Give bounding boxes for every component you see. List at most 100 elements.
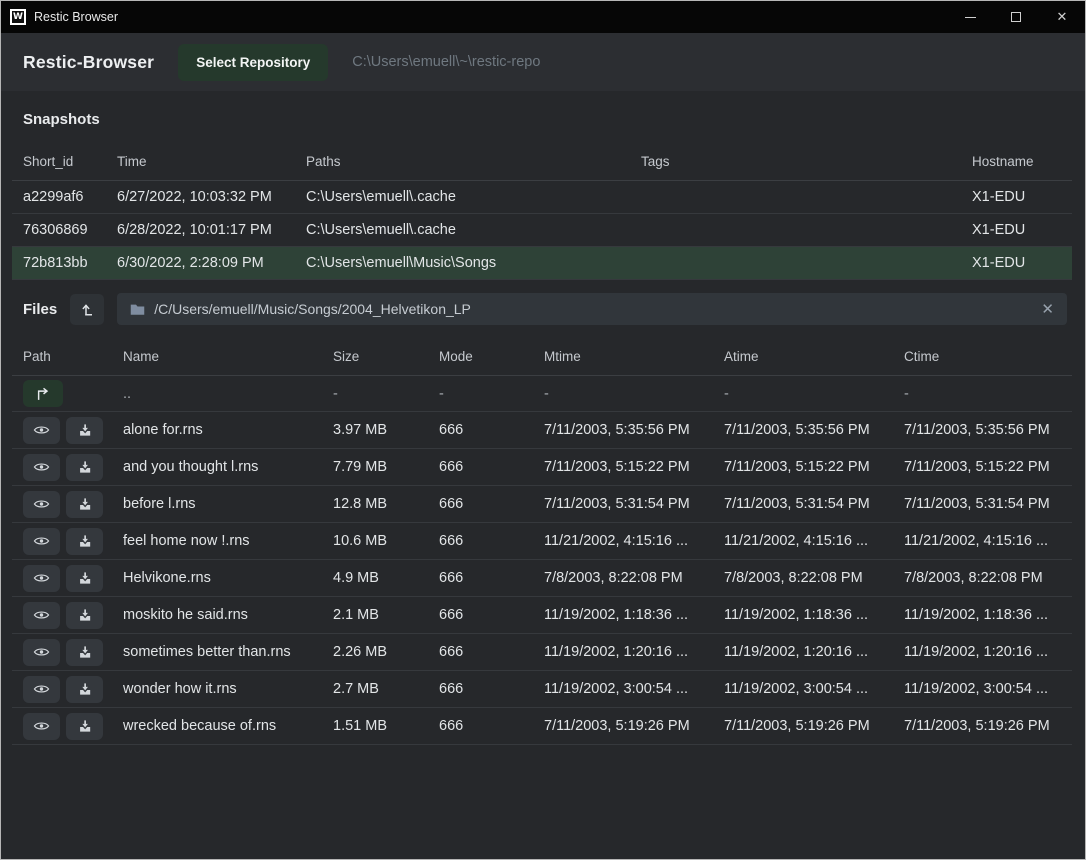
snapshot-row[interactable]: 76306869 6/28/2022, 10:01:17 PM C:\Users… (12, 214, 1072, 247)
view-file-button[interactable] (23, 565, 60, 592)
eye-icon (33, 683, 50, 695)
file-row: moskito he said.rns 2.1 MB 666 11/19/200… (12, 597, 1072, 634)
download-file-button[interactable] (66, 528, 103, 555)
cell-name: wonder how it.rns (112, 681, 322, 697)
wails-logo-icon: W (10, 9, 26, 25)
download-file-button[interactable] (66, 565, 103, 592)
maximize-button[interactable] (993, 1, 1039, 33)
download-file-button[interactable] (66, 639, 103, 666)
cell-size: 12.8 MB (322, 496, 428, 512)
view-file-button[interactable] (23, 676, 60, 703)
download-icon (78, 423, 92, 437)
snapshots-section-title: Snapshots (1, 91, 1085, 143)
cell-name: .. (112, 386, 322, 402)
minimize-button[interactable] (947, 1, 993, 33)
cell-name: Helvikone.rns (112, 570, 322, 586)
cell-name: wrecked because of.rns (112, 718, 322, 734)
clear-path-icon[interactable]: ✕ (1041, 302, 1054, 317)
empty-space (1, 745, 1085, 859)
cell-name: and you thought l.rns (112, 459, 322, 475)
cell-paths: C:\Users\emuell\.cache (295, 222, 630, 238)
cell-ctime: 11/19/2002, 1:20:16 ... (893, 644, 1072, 660)
view-file-button[interactable] (23, 602, 60, 629)
file-row: feel home now !.rns 10.6 MB 666 11/21/20… (12, 523, 1072, 560)
cell-paths: C:\Users\emuell\.cache (295, 189, 630, 205)
cell-size: - (322, 386, 428, 402)
col-mtime: Mtime (533, 349, 713, 364)
cell-atime: 7/11/2003, 5:19:26 PM (713, 718, 893, 734)
cell-size: 7.79 MB (322, 459, 428, 475)
cell-mode: 666 (428, 644, 533, 660)
cell-mtime: 11/19/2002, 1:18:36 ... (533, 607, 713, 623)
cell-short-id: 76306869 (12, 222, 106, 238)
download-file-button[interactable] (66, 602, 103, 629)
file-row: before l.rns 12.8 MB 666 7/11/2003, 5:31… (12, 486, 1072, 523)
eye-icon (33, 461, 50, 473)
snapshots-table-header: Short_id Time Paths Tags Hostname (12, 143, 1072, 181)
up-level-icon (80, 302, 95, 317)
view-file-button[interactable] (23, 713, 60, 740)
cell-time: 6/30/2022, 2:28:09 PM (106, 255, 295, 271)
download-file-button[interactable] (66, 454, 103, 481)
close-button[interactable]: ✕ (1039, 1, 1085, 33)
cell-ctime: - (893, 386, 1072, 402)
cell-ctime: 11/21/2002, 4:15:16 ... (893, 533, 1072, 549)
repository-path-input[interactable]: C:\Users\emuell\~\restic-repo (352, 54, 540, 70)
download-icon (78, 571, 92, 585)
cell-atime: - (713, 386, 893, 402)
app-header: Restic-Browser Select Repository C:\User… (1, 33, 1085, 91)
file-row: alone for.rns 3.97 MB 666 7/11/2003, 5:3… (12, 412, 1072, 449)
view-file-button[interactable] (23, 454, 60, 481)
cell-hostname: X1-EDU (961, 189, 1072, 205)
snapshot-row[interactable]: a2299af6 6/27/2022, 10:03:32 PM C:\Users… (12, 181, 1072, 214)
eye-icon (33, 720, 50, 732)
col-hostname: Hostname (961, 154, 1072, 169)
files-path-input[interactable]: /C/Users/emuell/Music/Songs/2004_Helveti… (117, 293, 1067, 325)
cell-size: 10.6 MB (322, 533, 428, 549)
cell-ctime: 11/19/2002, 3:00:54 ... (893, 681, 1072, 697)
file-row: wrecked because of.rns 1.51 MB 666 7/11/… (12, 708, 1072, 745)
download-file-button[interactable] (66, 417, 103, 444)
view-file-button[interactable] (23, 528, 60, 555)
col-size: Size (322, 349, 428, 364)
eye-icon (33, 572, 50, 584)
eye-icon (33, 535, 50, 547)
download-icon (78, 460, 92, 474)
select-repository-button[interactable]: Select Repository (178, 44, 328, 81)
cell-short-id: a2299af6 (12, 189, 106, 205)
view-file-button[interactable] (23, 417, 60, 444)
cell-ctime: 7/11/2003, 5:15:22 PM (893, 459, 1072, 475)
cell-paths: C:\Users\emuell\Music\Songs (295, 255, 630, 271)
view-file-button[interactable] (23, 491, 60, 518)
cell-mtime: 11/19/2002, 3:00:54 ... (533, 681, 713, 697)
view-file-button[interactable] (23, 639, 60, 666)
cell-mtime: 7/8/2003, 8:22:08 PM (533, 570, 713, 586)
cell-mtime: 7/11/2003, 5:15:22 PM (533, 459, 713, 475)
cell-name: before l.rns (112, 496, 322, 512)
up-one-level-button[interactable] (70, 294, 104, 325)
cell-atime: 11/19/2002, 1:20:16 ... (713, 644, 893, 660)
col-time: Time (106, 154, 295, 169)
app-window: W Restic Browser ✕ Restic-Browser Select… (0, 0, 1086, 860)
parent-directory-row: .. - - - - - (12, 376, 1072, 412)
file-row: sometimes better than.rns 2.26 MB 666 11… (12, 634, 1072, 671)
cell-mode: 666 (428, 607, 533, 623)
cell-size: 1.51 MB (322, 718, 428, 734)
cell-name: alone for.rns (112, 422, 322, 438)
cell-name: moskito he said.rns (112, 607, 322, 623)
cell-size: 4.9 MB (322, 570, 428, 586)
col-name: Name (112, 349, 322, 364)
download-file-button[interactable] (66, 491, 103, 518)
col-atime: Atime (713, 349, 893, 364)
download-icon (78, 534, 92, 548)
files-path-text: /C/Users/emuell/Music/Songs/2004_Helveti… (154, 301, 1032, 317)
go-parent-directory-button[interactable] (23, 380, 63, 407)
download-file-button[interactable] (66, 676, 103, 703)
snapshot-row-selected[interactable]: 72b813bb 6/30/2022, 2:28:09 PM C:\Users\… (12, 247, 1072, 280)
files-bar: Files /C/Users/emuell/Music/Songs/2004_H… (1, 280, 1085, 338)
download-file-button[interactable] (66, 713, 103, 740)
eye-icon (33, 498, 50, 510)
eye-icon (33, 646, 50, 658)
cell-atime: 7/11/2003, 5:31:54 PM (713, 496, 893, 512)
cell-short-id: 72b813bb (12, 255, 106, 271)
